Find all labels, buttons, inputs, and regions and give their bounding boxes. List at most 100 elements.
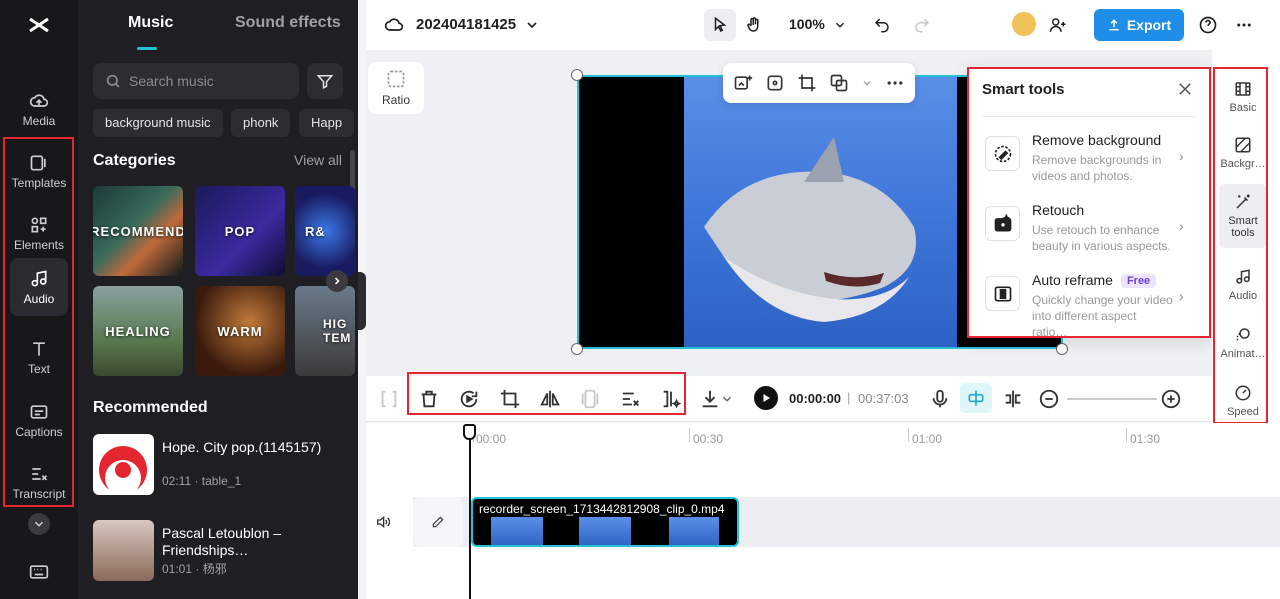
chip-happy[interactable]: Happ [299,109,355,137]
category-high-tempo[interactable]: HIG TEM [295,286,355,376]
rail-item-label: Media [22,113,56,128]
song-title: Pascal Letoublon – Friendships… [162,525,282,558]
time-separator: | [847,390,851,405]
project-title[interactable]: 202404181425 [416,16,516,33]
chip-background-music[interactable]: background music [93,109,223,137]
hand-icon [747,17,759,32]
split-screen-icon[interactable] [1002,388,1024,410]
rail-item-media[interactable]: Media [0,80,78,138]
tool-auto-reframe[interactable]: Auto reframe Free Quickly change your vid… [982,272,1202,339]
ruler-label: 01:30 [1130,432,1161,446]
view-all-link[interactable]: View all [294,152,342,168]
tab-sound-effects[interactable]: Sound effects [235,14,341,32]
tool-name: Remove background [1032,132,1162,148]
rail-more-button[interactable] [28,513,50,535]
chevron-down-icon[interactable] [861,73,873,93]
timeline-zoom-slider[interactable] [1067,398,1157,400]
play-icon [763,394,770,402]
keyboard-shortcuts-button[interactable] [28,562,50,582]
download-icon[interactable] [699,388,721,410]
tool-icon-box [985,276,1020,311]
play-button[interactable] [754,386,778,410]
category-pop[interactable]: POP [195,186,285,276]
redo-button[interactable] [906,9,938,41]
video-clip[interactable]: recorder_screen_1713442812908_clip_0.mp4 [471,497,739,547]
cloud-save-button[interactable] [378,9,410,41]
tool-description: Use retouch to enhance beauty in various… [1032,223,1171,253]
category-rnb[interactable]: R& [295,186,355,276]
speaker-icon[interactable] [375,514,391,530]
project-menu-button[interactable] [516,9,548,41]
add-user-icon [1049,18,1066,32]
more-horizontal-icon [1237,23,1251,27]
hand-tool-button[interactable] [738,9,770,41]
help-button[interactable] [1192,9,1224,41]
category-label: WARM [217,323,263,339]
replace-image-icon[interactable] [733,73,753,93]
resize-handle-top-left[interactable] [571,69,583,81]
playhead-handle[interactable] [463,424,476,440]
song-thumbnail [93,520,154,581]
ratio-label: Ratio [381,93,410,107]
reframe-icon [994,286,1011,301]
category-warm[interactable]: WARM [195,286,285,376]
list-item[interactable]: Hope. City pop.(1145157) 02:11 · table_1 [93,434,343,496]
close-icon[interactable] [1176,80,1194,98]
search-input[interactable] [129,73,279,89]
split-bracket-icon[interactable] [378,388,400,410]
export-label: Export [1126,17,1172,33]
ratio-button[interactable]: Ratio [368,62,424,114]
more-horizontal-icon[interactable] [885,73,905,93]
chevron-down-icon[interactable] [720,388,734,410]
more-options-button[interactable] [1228,9,1260,41]
export-button[interactable]: Export [1094,9,1184,41]
invite-user-button[interactable] [1042,9,1074,41]
chevron-down-icon [34,521,44,527]
undo-button[interactable] [866,9,898,41]
video-frame-image [684,77,957,347]
right-rail-highlight-box [1213,67,1268,424]
zoom-in-icon[interactable] [1160,388,1182,410]
filter-button[interactable] [307,63,343,99]
chevron-down-icon [835,22,845,28]
tab-underline [137,47,157,50]
track-edit-button[interactable] [413,497,463,547]
magnet-snap-icon [968,390,984,406]
ratio-icon [387,70,405,88]
categories-next-button[interactable] [326,270,348,292]
search-box[interactable] [93,63,299,99]
tool-icon-box [985,206,1020,241]
song-title: Hope. City pop.(1145157) [162,439,322,455]
tool-remove-background[interactable]: Remove background Remove backgrounds in … [982,132,1202,192]
panel-collapse-handle[interactable] [358,272,366,330]
zoom-level[interactable]: 100% [789,16,825,32]
tool-retouch[interactable]: Retouch Use retouch to enhance beauty in… [982,202,1202,262]
zoom-out-icon[interactable] [1038,388,1060,410]
help-icon [1199,16,1217,34]
ruler-tick [689,428,690,442]
crop-icon[interactable] [797,73,817,93]
resize-handle-bottom-right[interactable] [1056,343,1068,355]
ruler-label: 00:00 [476,432,507,446]
zoom-menu-button[interactable] [824,9,856,41]
microphone-icon[interactable] [929,388,951,410]
layer-icon[interactable] [829,73,849,93]
focus-frame-icon[interactable] [765,73,785,93]
capcut-logo-icon [26,12,52,38]
floating-toolbar [723,63,915,103]
category-healing[interactable]: HEALING [93,286,183,376]
category-recommend[interactable]: RECOMMEND [93,186,183,276]
chip-phonk[interactable]: phonk [231,109,291,137]
retouch-camera-icon [994,213,1011,231]
playhead[interactable] [469,424,471,599]
select-tool-button[interactable] [704,9,736,41]
current-time: 00:00:00 [789,391,842,406]
list-item[interactable]: Pascal Letoublon – Friendships… 01:01 · … [93,520,343,582]
keyboard-icon [29,565,49,579]
category-label: HEALING [105,323,171,339]
tool-name: Auto reframe Free [1032,272,1157,288]
avatar[interactable] [1012,12,1036,36]
snap-toggle-button[interactable] [960,383,992,413]
resize-handle-bottom-left[interactable] [571,343,583,355]
tab-music[interactable]: Music [128,14,173,32]
